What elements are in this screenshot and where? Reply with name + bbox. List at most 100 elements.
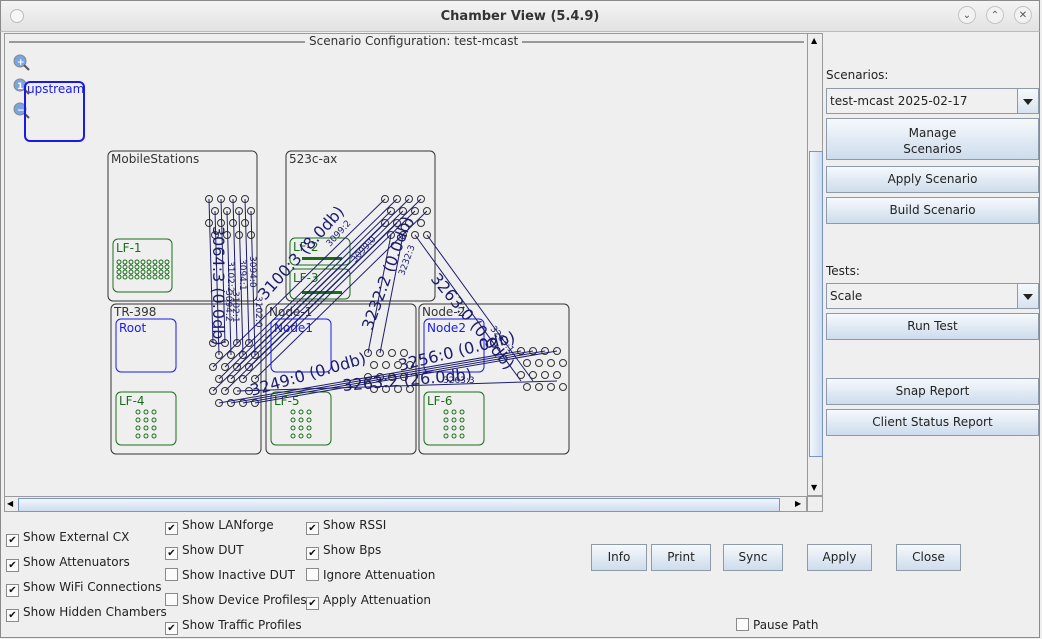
zoom-out-icon[interactable]: − xyxy=(13,102,30,119)
minimize-icon[interactable]: ⌄ xyxy=(958,6,976,24)
checkbox-unchecked[interactable] xyxy=(165,568,178,581)
zoom-glyph: + xyxy=(17,58,25,68)
close-icon[interactable]: ✕ xyxy=(1014,6,1032,24)
horizontal-scroll-thumb[interactable] xyxy=(18,498,780,512)
radio-port xyxy=(152,264,158,270)
device-label: Root xyxy=(119,321,146,335)
option-show-bps[interactable]: ✔ Show Bps xyxy=(306,543,381,560)
option-show-rssi[interactable]: ✔ Show RSSI xyxy=(306,518,387,535)
option-label: Show Inactive DUT xyxy=(182,568,295,582)
radio-port xyxy=(146,269,152,275)
pause-path-checkbox[interactable]: Pause Path xyxy=(736,618,818,634)
radio-port xyxy=(451,433,457,439)
checkbox-unchecked[interactable] xyxy=(736,618,749,631)
build-scenario-button[interactable]: Build Scenario xyxy=(826,197,1039,224)
checkbox-checked[interactable]: ✔ xyxy=(306,547,319,560)
checkbox-checked[interactable]: ✔ xyxy=(306,522,319,535)
radio-port xyxy=(134,264,140,270)
device-label: LF-1 xyxy=(116,241,142,255)
device-label: Node2 xyxy=(427,321,466,335)
option-show-hidden-chambers[interactable]: ✔ Show Hidden Chambers xyxy=(6,605,167,622)
zoom-in-icon[interactable]: + xyxy=(13,54,30,71)
radio-port xyxy=(451,417,457,423)
radio-port xyxy=(143,425,149,431)
option-show-dut[interactable]: ✔ Show DUT xyxy=(165,543,244,560)
option-label: Show RSSI xyxy=(323,518,387,532)
checkbox-checked[interactable]: ✔ xyxy=(6,559,19,572)
test-select[interactable]: Scale xyxy=(826,283,1039,309)
close-button[interactable]: Close xyxy=(896,544,961,571)
option-label: Show Attenuators xyxy=(23,555,130,569)
option-show-device-profiles[interactable]: Show Device Profiles xyxy=(165,593,307,609)
apply-button[interactable]: Apply xyxy=(807,544,872,571)
checkbox-unchecked[interactable] xyxy=(165,593,178,606)
chevron-down-icon[interactable] xyxy=(1017,284,1038,308)
attenuator-port xyxy=(235,231,243,239)
option-ignore-attenuation[interactable]: Ignore Attenuation xyxy=(306,568,435,584)
radio-port xyxy=(146,264,152,270)
apply-scenario-button[interactable]: Apply Scenario xyxy=(826,166,1039,193)
radio-port xyxy=(135,417,141,423)
radio-port xyxy=(140,269,146,275)
option-show-inactive-dut[interactable]: Show Inactive DUT xyxy=(165,568,295,584)
attenuator-port xyxy=(229,219,237,227)
link-label: 3094:0 xyxy=(247,256,257,288)
checkbox-checked[interactable]: ✔ xyxy=(165,547,178,560)
run-test-button[interactable]: Run Test xyxy=(826,313,1039,340)
window-title: Chamber View (5.4.9) xyxy=(440,9,600,24)
radio-port xyxy=(164,259,170,265)
radio-port xyxy=(116,264,122,270)
snap-report-button[interactable]: Snap Report xyxy=(826,378,1039,405)
option-apply-attenuation[interactable]: ✔ Apply Attenuation xyxy=(306,593,431,610)
checkbox-checked[interactable]: ✔ xyxy=(6,534,19,547)
scroll-right-icon[interactable]: ▶ xyxy=(795,499,801,508)
scenario-select[interactable]: test-mcast 2025-02-17 xyxy=(826,88,1039,114)
scroll-down-icon[interactable]: ▼ xyxy=(811,483,817,492)
manage-scenarios-button[interactable]: Manage Scenarios xyxy=(826,118,1039,160)
maximize-icon[interactable]: ⌃ xyxy=(986,6,1004,24)
radio-port xyxy=(122,259,128,265)
scenario-canvas[interactable]: Scenario Configuration: test-mcast +1− up… xyxy=(4,33,809,498)
attenuator-port xyxy=(247,231,255,239)
checkbox-checked[interactable]: ✔ xyxy=(165,622,178,635)
attenuator-port xyxy=(547,383,555,391)
checkbox-checked[interactable]: ✔ xyxy=(165,522,178,535)
link-label: 3094:2 xyxy=(223,290,233,322)
option-show-external-cx[interactable]: ✔ Show External CX xyxy=(6,530,129,547)
radio-port xyxy=(459,425,465,431)
attenuator-port xyxy=(541,371,549,379)
chamber-label: TR-398 xyxy=(113,305,156,319)
vertical-scroll-thumb[interactable] xyxy=(809,151,823,457)
chevron-down-icon[interactable] xyxy=(1017,89,1038,113)
radio-port xyxy=(152,269,158,275)
checkbox-checked[interactable]: ✔ xyxy=(6,584,19,597)
zoom-glyph: 1 xyxy=(17,82,23,92)
option-show-attenuators[interactable]: ✔ Show Attenuators xyxy=(6,555,130,572)
sync-button[interactable]: Sync xyxy=(723,544,783,571)
info-button[interactable]: Info xyxy=(591,544,647,571)
option-show-lanforge[interactable]: ✔ Show LANforge xyxy=(165,518,274,535)
radio-port xyxy=(158,274,164,280)
checkbox-checked[interactable]: ✔ xyxy=(306,597,319,610)
scroll-left-icon[interactable]: ◀ xyxy=(7,499,13,508)
link-label: 3102:2 xyxy=(225,261,235,293)
radio-port xyxy=(146,259,152,265)
radio-port xyxy=(451,409,457,415)
checkbox-checked[interactable]: ✔ xyxy=(6,609,19,622)
option-show-wifi-connections[interactable]: ✔ Show WiFi Connections xyxy=(6,580,161,597)
print-button[interactable]: Print xyxy=(651,544,711,571)
radio-port xyxy=(135,409,141,415)
vertical-scrollbar[interactable]: ▲ ▼ xyxy=(807,33,823,496)
radio-port xyxy=(143,433,149,439)
radio-port xyxy=(158,269,164,275)
chamber-label: MobileStations xyxy=(111,152,199,166)
chamber-diagram[interactable]: +1 −upstream MobileStations 523c-ax TR-398 No… xyxy=(5,34,808,497)
checkbox-unchecked[interactable] xyxy=(306,568,319,581)
scroll-up-icon[interactable]: ▲ xyxy=(811,36,817,45)
attenuator-port xyxy=(559,383,567,391)
client-status-report-button[interactable]: Client Status Report xyxy=(826,409,1039,436)
device-label: LF-3 xyxy=(293,271,319,285)
attenuator-port xyxy=(559,359,567,367)
horizontal-scrollbar[interactable]: ◀ ▶ xyxy=(4,496,807,512)
option-show-traffic-profiles[interactable]: ✔ Show Traffic Profiles xyxy=(165,618,302,635)
